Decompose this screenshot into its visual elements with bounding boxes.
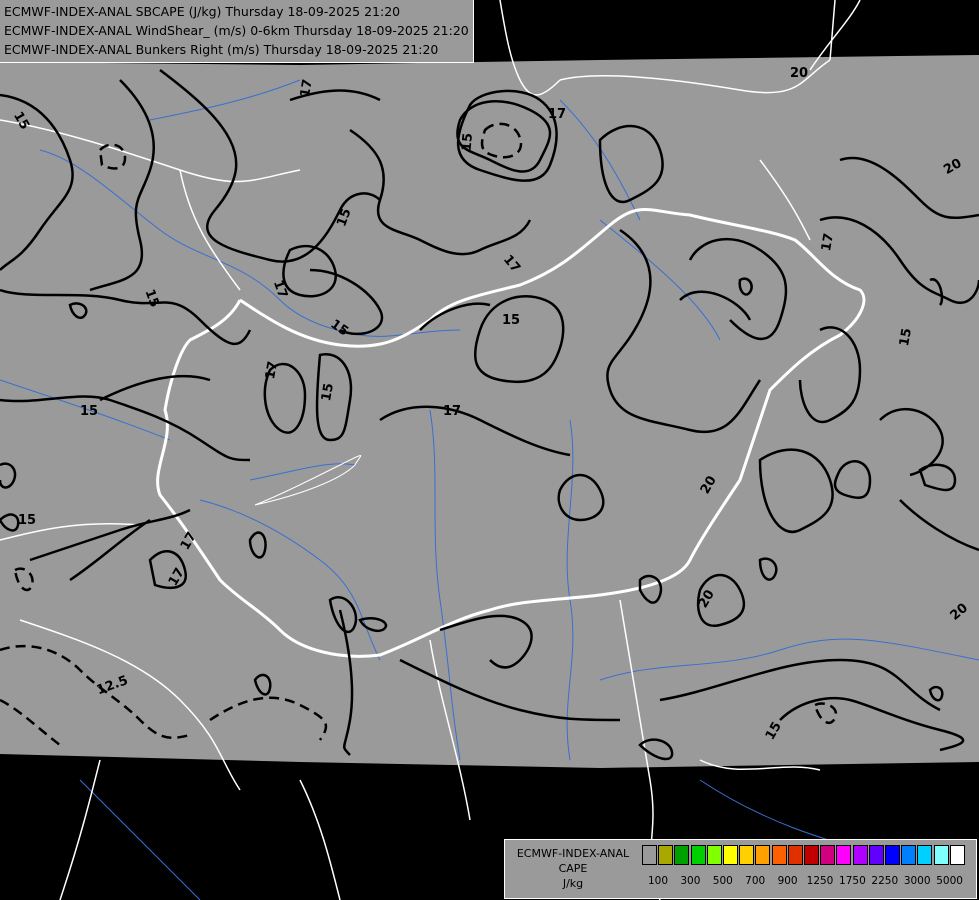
legend-swatch <box>917 845 933 865</box>
legend-tick-label: 2250 <box>871 875 899 887</box>
contour-label-17: 17 <box>263 360 281 380</box>
contour-label-15: 15 <box>80 404 98 419</box>
legend-tick-label: 300 <box>680 875 701 887</box>
legend-swatch <box>674 845 690 865</box>
contour-label-15: 15 <box>459 132 476 151</box>
legend-swatch <box>690 845 706 865</box>
legend-swatch <box>852 845 868 865</box>
header-line-windshear: ECMWF-INDEX-ANAL WindShear_ (m/s) 0-6km … <box>4 23 469 38</box>
contour-label-17: 17 <box>548 107 566 122</box>
cape-legend: ECMWF-INDEX-ANAL CAPE J/kg 100 300 500 700 9… <box>504 839 977 899</box>
legend-swatch <box>804 845 819 865</box>
legend-title-unit: J/kg <box>562 877 584 890</box>
legend-tick-label: 900 <box>777 875 798 887</box>
legend-swatch <box>787 845 803 865</box>
legend-swatch <box>836 845 852 865</box>
legend-tick-label: 3000 <box>903 875 931 887</box>
legend-tick-label: 700 <box>745 875 766 887</box>
legend-swatch <box>820 845 836 865</box>
contour-label-20: 20 <box>790 66 808 81</box>
legend-swatch <box>723 845 738 865</box>
legend-swatch <box>739 845 755 865</box>
legend-tick-label: 1750 <box>839 875 866 887</box>
contour-label-17: 17 <box>298 78 316 98</box>
contour-label-15: 15 <box>18 513 36 528</box>
legend-tick-label: 5000 <box>936 875 963 887</box>
legend-swatch <box>642 845 657 865</box>
legend-swatch <box>949 845 965 865</box>
legend-swatch <box>658 845 674 865</box>
header-line-bunkers: ECMWF-INDEX-ANAL Bunkers Right (m/s) Thu… <box>4 42 439 57</box>
map-header: ECMWF-INDEX-ANAL SBCAPE (J/kg) Thursday … <box>0 0 474 63</box>
legend-swatch <box>868 845 884 865</box>
legend-title-variable: CAPE <box>558 862 588 875</box>
legend-title-source: ECMWF-INDEX-ANAL <box>516 847 630 860</box>
legend-swatch <box>706 845 722 865</box>
legend-tick-label: 1250 <box>806 875 834 887</box>
legend-tick-label: 500 <box>712 875 733 887</box>
legend-tick-label: 100 <box>647 875 669 887</box>
legend-swatch <box>755 845 771 865</box>
legend-swatch <box>771 845 787 865</box>
legend-swatch <box>933 845 949 865</box>
contour-label-17: 17 <box>819 232 837 252</box>
contour-label-15: 15 <box>319 382 337 402</box>
contour-label-17: 17 <box>443 404 461 419</box>
legend-title: ECMWF-INDEX-ANAL CAPE J/kg <box>509 846 637 891</box>
header-line-sbcape: ECMWF-INDEX-ANAL SBCAPE (J/kg) Thursday … <box>4 4 401 19</box>
weather-map: 15 17 15 17 20 20 15 17 15 17 15 15 17 1… <box>0 0 979 900</box>
legend-swatch <box>885 845 900 865</box>
contour-label-15: 15 <box>897 327 915 347</box>
contour-label-15: 15 <box>502 313 520 328</box>
legend-swatch <box>901 845 917 865</box>
